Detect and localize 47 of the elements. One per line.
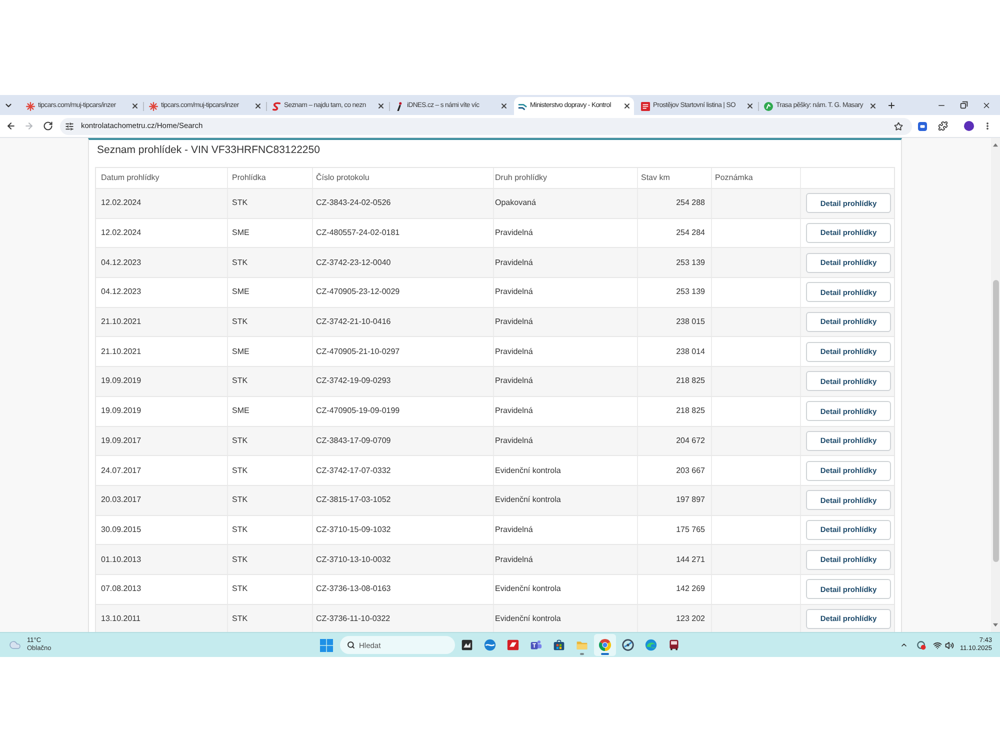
close-icon[interactable]: [623, 102, 631, 110]
tile-icon: [641, 102, 650, 110]
circle-wave-icon: [484, 639, 496, 651]
close-icon[interactable]: [131, 102, 139, 110]
swoosh-icon: [272, 102, 281, 110]
ring-logo-icon: [599, 639, 611, 651]
close-icon[interactable]: [982, 100, 991, 110]
compass-icon: [622, 639, 634, 651]
indicator-dash-icon: [580, 653, 584, 655]
puzzle-icon[interactable]: [938, 121, 948, 131]
asterisk-icon: [26, 102, 35, 110]
page-title: Seznam prohlídek - VIN VF33HRFNC83122250: [96, 143, 321, 158]
indicator-dash-icon: [601, 653, 609, 655]
close-icon[interactable]: [254, 102, 262, 110]
chevron-up-icon[interactable]: [900, 641, 908, 649]
search-icon: [347, 641, 355, 649]
scrollbar-thumb[interactable]: [992, 280, 998, 562]
close-icon[interactable]: [500, 102, 508, 110]
people-icon: [530, 639, 542, 651]
avatar-icon[interactable]: [964, 121, 974, 131]
close-icon[interactable]: [869, 102, 877, 110]
scroll-down-icon[interactable]: [993, 623, 998, 627]
tile-logo-icon: [507, 639, 519, 651]
close-icon[interactable]: [746, 102, 754, 110]
asterisk-icon: [149, 102, 158, 110]
volume-icon[interactable]: [944, 640, 954, 650]
four-panes-icon[interactable]: [320, 638, 333, 652]
close-icon[interactable]: [377, 102, 385, 110]
scroll-up-icon[interactable]: [993, 143, 998, 147]
wifi-icon[interactable]: [932, 640, 942, 650]
square-tile-icon: [461, 639, 473, 651]
back-icon[interactable]: [6, 121, 16, 131]
new-tab-icon[interactable]: [887, 100, 896, 110]
reload-icon[interactable]: [43, 121, 53, 131]
route-circle-icon: [764, 102, 773, 110]
badge-alert-icon[interactable]: [916, 640, 926, 650]
extension-square-icon[interactable]: [918, 122, 927, 130]
figure-icon: [395, 102, 404, 110]
shopping-bag-icon: [553, 639, 565, 651]
restore-icon[interactable]: [960, 101, 968, 109]
folder-icon: [576, 639, 588, 651]
scrollbar[interactable]: [991, 138, 1000, 632]
wave-circle-icon: [645, 639, 657, 651]
bus-icon: [668, 639, 680, 651]
wave-logo-icon: [518, 102, 527, 110]
star-icon[interactable]: [894, 122, 903, 130]
site-settings-icon[interactable]: [65, 122, 74, 130]
